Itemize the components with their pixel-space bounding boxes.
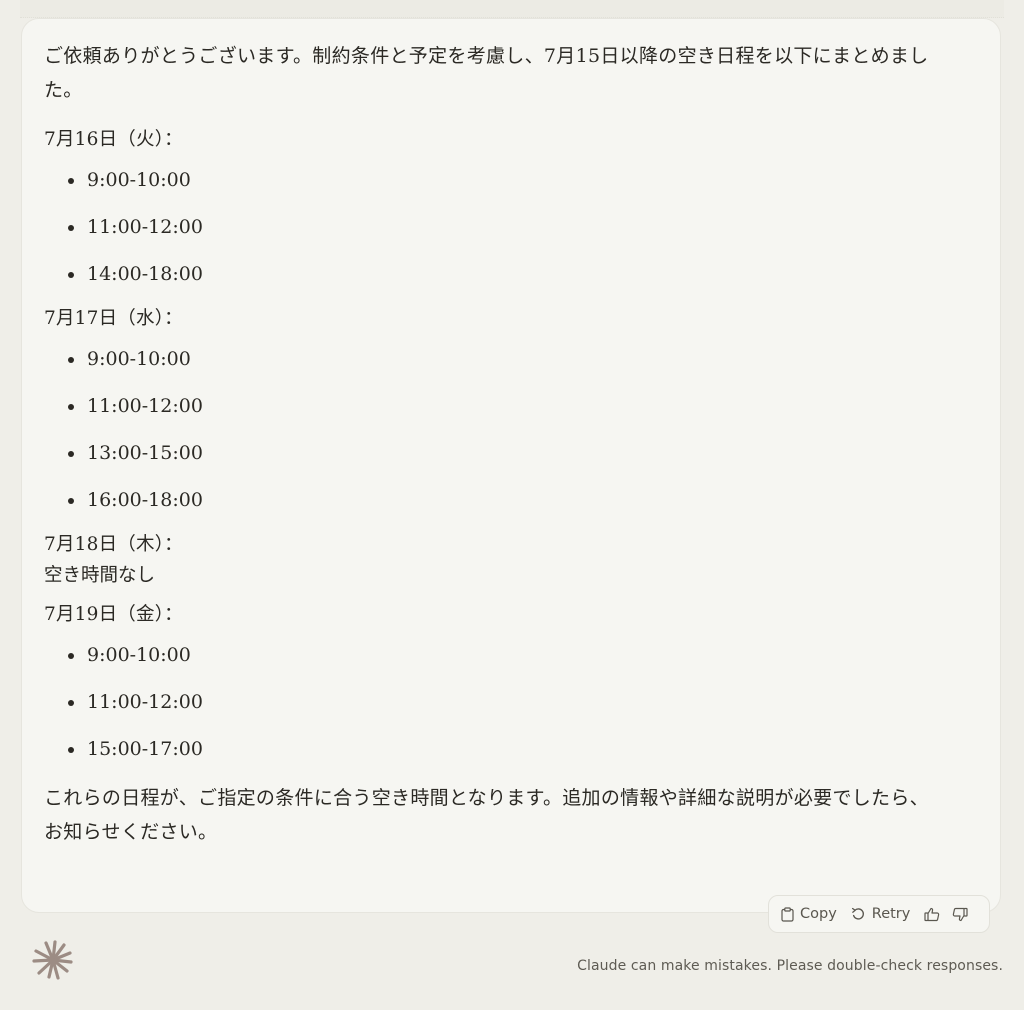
- copy-button[interactable]: Copy: [781, 900, 837, 928]
- day-block: 7月18日（木）： 空き時間なし: [44, 530, 944, 592]
- slot-text: 16:00-18:00: [87, 489, 203, 511]
- thumbs-up-icon: [924, 907, 940, 921]
- time-slot: 9:00-10:00: [44, 155, 944, 202]
- retry-label: Retry: [871, 906, 911, 922]
- slot-text: 11:00-12:00: [87, 691, 203, 713]
- slot-list: 9:00-10:00 11:00-12:00 15:00-17:00: [44, 630, 944, 771]
- message-actions: Copy Retry: [768, 895, 990, 933]
- disclaimer-text: Claude can make mistakes. Please double-…: [577, 958, 1003, 974]
- slot-text: 9:00-10:00: [87, 644, 191, 666]
- day-heading: 7月17日（水）：: [44, 308, 183, 329]
- bullet-icon: [68, 272, 74, 278]
- day-heading: 7月18日（木）：: [44, 534, 183, 555]
- intro-paragraph: ご依頼ありがとうございます。制約条件と予定を考慮し、7月15日以降の空き日程を以…: [44, 45, 929, 101]
- thumbs-down-icon: [953, 907, 968, 921]
- time-slot: 11:00-12:00: [44, 677, 944, 724]
- bullet-icon: [68, 653, 74, 659]
- slot-text: 11:00-12:00: [87, 395, 203, 417]
- bullet-icon: [68, 498, 74, 504]
- no-availability-text: 空き時間なし: [44, 565, 156, 586]
- bullet-icon: [68, 451, 74, 457]
- thumbs-down-button[interactable]: [952, 900, 968, 928]
- day-heading: 7月19日（金）：: [44, 604, 183, 625]
- time-slot: 13:00-15:00: [44, 428, 944, 475]
- time-slot: 9:00-10:00: [44, 630, 944, 677]
- slot-text: 15:00-17:00: [87, 738, 203, 760]
- bullet-icon: [68, 178, 74, 184]
- time-slot: 15:00-17:00: [44, 724, 944, 771]
- retry-icon: [851, 907, 864, 920]
- bullet-icon: [68, 225, 74, 231]
- day-block: 7月19日（金）： 9:00-10:00 11:00-12:00 15:00-1…: [44, 600, 944, 771]
- retry-button[interactable]: Retry: [851, 900, 911, 928]
- assistant-message: ご依頼ありがとうございます。制約条件と予定を考慮し、7月15日以降の空き日程を以…: [21, 18, 1001, 913]
- outro-paragraph: これらの日程が、ご指定の条件に合う空き時間となります。追加の情報や詳細な説明が必…: [44, 787, 929, 843]
- day-heading: 7月16日（火）：: [44, 129, 183, 150]
- slot-list: 9:00-10:00 11:00-12:00 14:00-18:00: [44, 155, 944, 296]
- bullet-icon: [68, 700, 74, 706]
- day-block: 7月16日（火）： 9:00-10:00 11:00-12:00 14:00-1…: [44, 125, 944, 296]
- copy-label: Copy: [800, 906, 837, 922]
- time-slot: 11:00-12:00: [44, 202, 944, 249]
- time-slot: 14:00-18:00: [44, 249, 944, 296]
- slot-text: 9:00-10:00: [87, 348, 191, 370]
- slot-list: 9:00-10:00 11:00-12:00 13:00-15:00 16:00…: [44, 334, 944, 522]
- time-slot: 11:00-12:00: [44, 381, 944, 428]
- claude-starburst-icon: [30, 937, 76, 983]
- bullet-icon: [68, 404, 74, 410]
- day-block: 7月17日（水）： 9:00-10:00 11:00-12:00 13:00-1…: [44, 304, 944, 522]
- bullet-icon: [68, 357, 74, 363]
- message-body: ご依頼ありがとうございます。制約条件と予定を考慮し、7月15日以降の空き日程を以…: [44, 39, 944, 849]
- slot-text: 13:00-15:00: [87, 442, 203, 464]
- time-slot: 9:00-10:00: [44, 334, 944, 381]
- thumbs-up-button[interactable]: [924, 900, 940, 928]
- slot-text: 9:00-10:00: [87, 169, 191, 191]
- time-slot: 16:00-18:00: [44, 475, 944, 522]
- bullet-icon: [68, 747, 74, 753]
- slot-text: 11:00-12:00: [87, 216, 203, 238]
- previous-message-edge: [20, 0, 1004, 18]
- clipboard-icon: [781, 906, 794, 922]
- slot-text: 14:00-18:00: [87, 263, 203, 285]
